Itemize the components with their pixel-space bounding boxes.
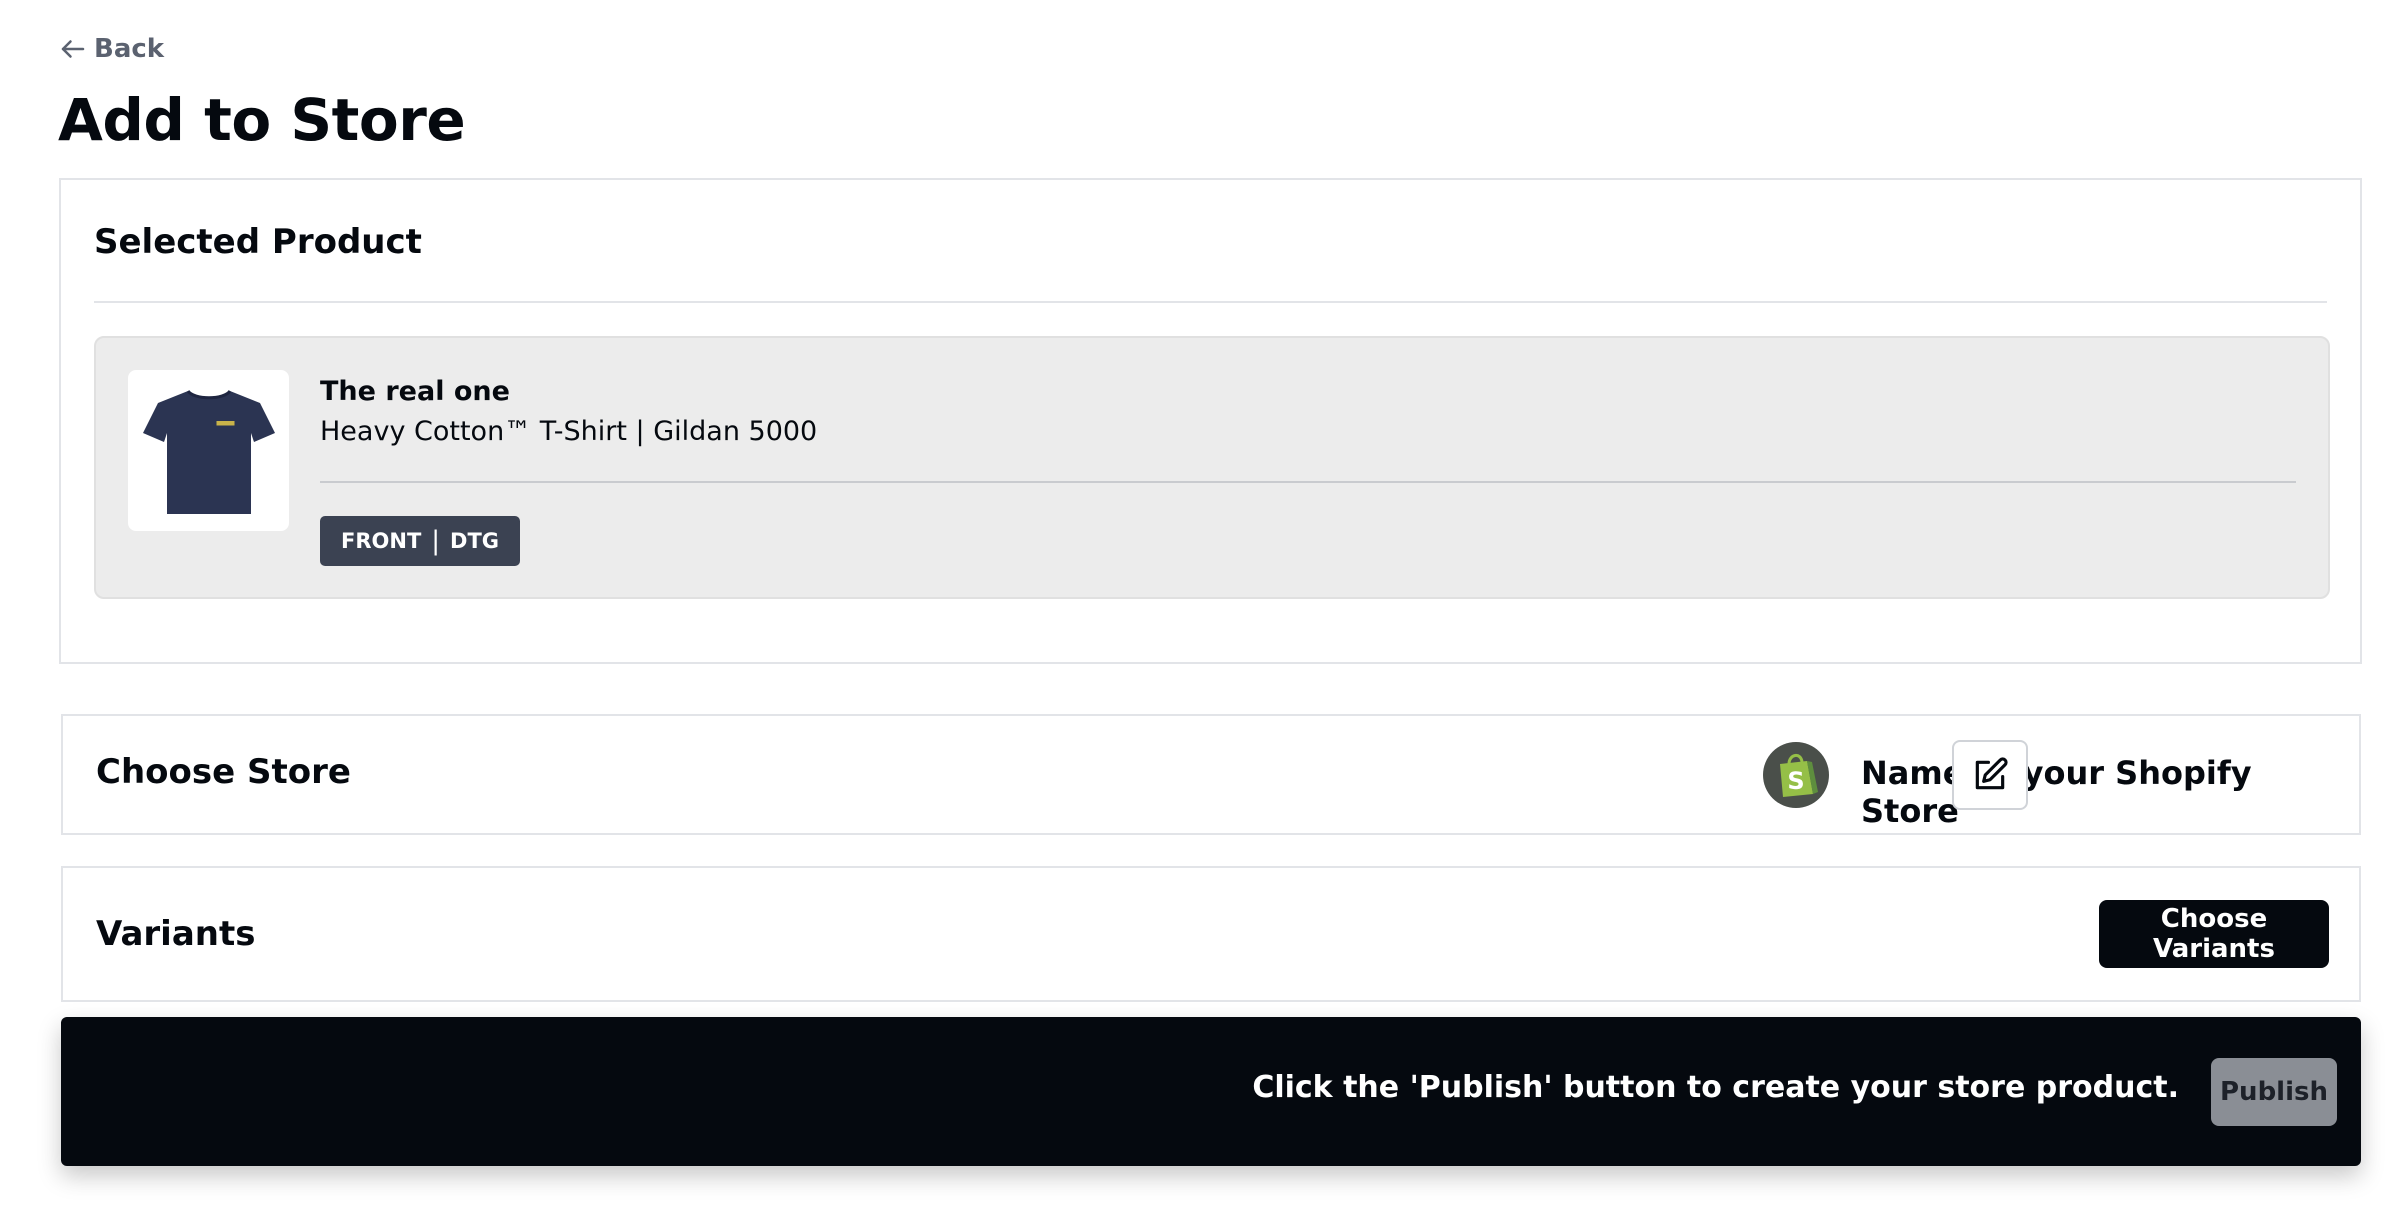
back-label: Back bbox=[94, 34, 165, 64]
selected-product-title: Selected Product bbox=[94, 222, 422, 262]
store-name: Name of your Shopify Store bbox=[1861, 754, 2252, 830]
choose-store-title: Choose Store bbox=[96, 752, 351, 792]
print-method: DTG bbox=[450, 529, 500, 553]
product-summary: The real one Heavy Cotton™ T-Shirt | Gil… bbox=[94, 336, 2330, 599]
publish-bar: Click the 'Publish' button to create you… bbox=[61, 1017, 2361, 1166]
product-name: The real one bbox=[320, 376, 510, 407]
choose-store-card: Choose Store S Name of your Shopify Stor… bbox=[61, 714, 2361, 835]
publish-button[interactable]: Publish bbox=[2211, 1058, 2337, 1126]
page-title: Add to Store bbox=[58, 86, 466, 154]
edit-icon bbox=[1975, 757, 2008, 790]
print-separator: | bbox=[431, 526, 441, 556]
shopify-icon: S bbox=[1763, 742, 1829, 808]
print-location: FRONT bbox=[341, 529, 422, 553]
product-thumbnail bbox=[128, 370, 289, 531]
section-divider bbox=[94, 301, 2327, 303]
product-divider bbox=[320, 481, 2296, 483]
edit-store-button[interactable] bbox=[1952, 740, 2028, 810]
svg-text:S: S bbox=[1787, 767, 1804, 795]
product-description: Heavy Cotton™ T-Shirt | Gildan 5000 bbox=[320, 416, 818, 447]
tshirt-image bbox=[142, 389, 275, 514]
add-to-store-page: Back Add to Store Selected Product The r… bbox=[0, 0, 2404, 1210]
back-link[interactable]: Back bbox=[58, 34, 164, 64]
publish-hint: Click the 'Publish' button to create you… bbox=[1252, 1070, 2179, 1105]
variants-title: Variants bbox=[96, 914, 256, 954]
arrow-left-icon bbox=[61, 40, 85, 58]
print-location-badge: FRONT | DTG bbox=[320, 516, 521, 566]
variants-card: Variants Choose Variants bbox=[61, 866, 2361, 1002]
choose-variants-button[interactable]: Choose Variants bbox=[2099, 900, 2329, 968]
selected-product-card: Selected Product The real one Heavy Cott… bbox=[59, 178, 2362, 664]
